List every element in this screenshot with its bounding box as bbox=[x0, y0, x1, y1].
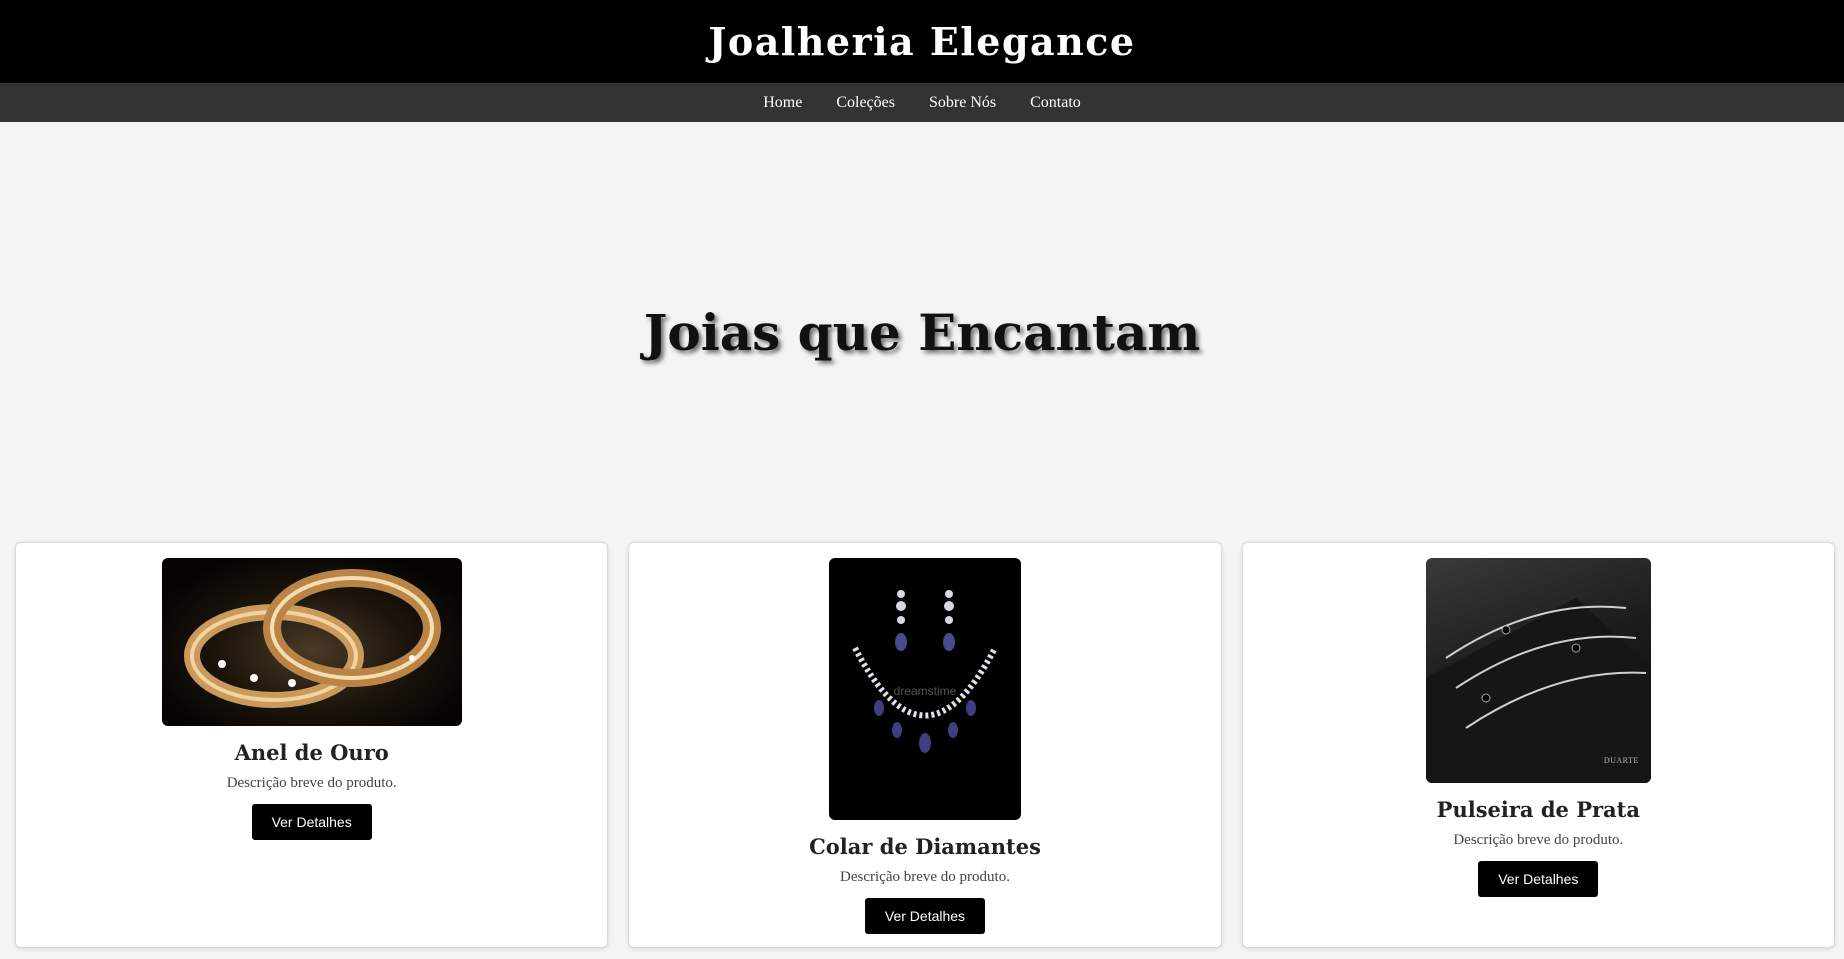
watermark-text: DUARTE bbox=[1603, 756, 1639, 765]
nav-sobre-nos[interactable]: Sobre Nós bbox=[929, 94, 996, 112]
gold-rings-icon bbox=[183, 569, 441, 708]
ver-detalhes-button[interactable]: Ver Detalhes bbox=[1478, 861, 1599, 897]
hero-title: Joias que Encantam bbox=[643, 302, 1201, 362]
product-name: Anel de Ouro bbox=[234, 740, 389, 765]
nav-home[interactable]: Home bbox=[763, 94, 802, 112]
product-description: Descrição breve do produto. bbox=[840, 869, 1010, 885]
site-title: Joalheria Elegance bbox=[708, 19, 1136, 64]
gold-rings-image bbox=[161, 558, 462, 726]
silver-bracelet-image: DUARTE bbox=[1425, 558, 1651, 783]
product-grid: Anel de Ouro Descrição breve do produto.… bbox=[0, 542, 1844, 948]
product-card-colar: dreamstime Colar de Diamantes Descrição … bbox=[628, 542, 1222, 948]
main-nav: Home Coleções Sobre Nós Contato bbox=[0, 83, 1844, 122]
product-name: Colar de Diamantes bbox=[809, 834, 1041, 859]
product-description: Descrição breve do produto. bbox=[1453, 832, 1624, 848]
product-name: Pulseira de Prata bbox=[1436, 797, 1640, 822]
product-card-anel: Anel de Ouro Descrição breve do produto.… bbox=[15, 542, 609, 948]
nav-colecoes[interactable]: Coleções bbox=[836, 94, 895, 112]
product-card-pulseira: DUARTE Pulseira de Prata Descrição breve… bbox=[1241, 542, 1835, 948]
site-header: Joalheria Elegance bbox=[0, 0, 1844, 83]
nav-contato[interactable]: Contato bbox=[1030, 94, 1081, 112]
ver-detalhes-button[interactable]: Ver Detalhes bbox=[251, 804, 372, 840]
diamond-necklace-image: dreamstime bbox=[828, 558, 1021, 820]
hero-section: Joias que Encantam bbox=[0, 122, 1844, 542]
silver-bracelet-icon bbox=[1425, 598, 1651, 783]
product-description: Descrição breve do produto. bbox=[226, 775, 397, 791]
watermark-text: dreamstime bbox=[893, 684, 957, 698]
ver-detalhes-button[interactable]: Ver Detalhes bbox=[864, 898, 985, 934]
